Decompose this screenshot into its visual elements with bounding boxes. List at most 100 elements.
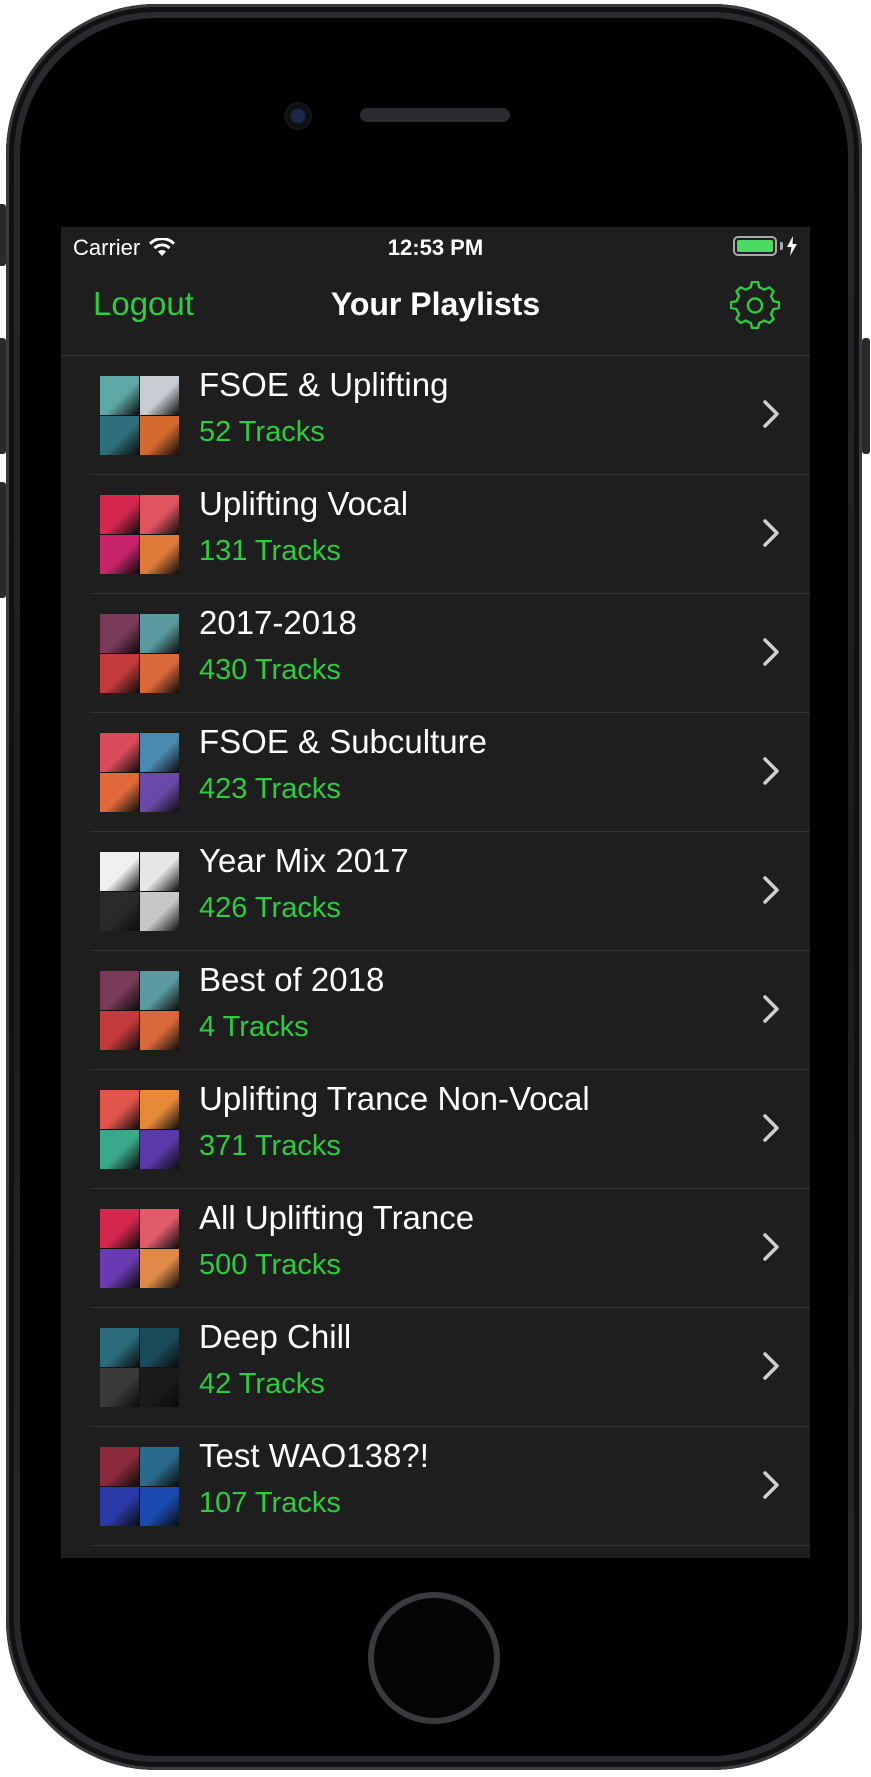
art-tile xyxy=(140,1209,179,1248)
playlist-title: FSOE & Uplifting xyxy=(199,366,449,403)
playlist-title: Deep Chill xyxy=(199,1318,352,1355)
playlist-title: Best of 2018 xyxy=(199,961,385,998)
playlist-track-count: 107 Tracks xyxy=(199,1487,341,1519)
art-tile xyxy=(140,1011,179,1050)
art-tile xyxy=(100,1090,139,1129)
art-tile xyxy=(140,1447,179,1486)
playlist-artwork xyxy=(100,1328,179,1407)
art-tile xyxy=(100,773,139,812)
playlist-row-best-of-2018[interactable]: Best of 2018 4 Tracks xyxy=(61,951,810,1070)
chevron-right-icon xyxy=(763,757,779,785)
playlist-track-count: 500 Tracks xyxy=(199,1249,341,1281)
art-tile xyxy=(140,733,179,772)
art-tile xyxy=(100,1447,139,1486)
art-tile xyxy=(100,1130,139,1169)
playlist-title: FSOE & Subculture xyxy=(199,723,487,760)
art-tile xyxy=(100,1249,139,1288)
art-tile xyxy=(140,495,179,534)
battery-level xyxy=(737,240,773,252)
playlist-track-count: 430 Tracks xyxy=(199,654,341,686)
playlist-row-year-mix-2017[interactable]: Year Mix 2017 426 Tracks xyxy=(61,832,810,951)
art-tile xyxy=(140,852,179,891)
art-tile xyxy=(140,1368,179,1407)
chevron-right-icon xyxy=(763,876,779,904)
playlist-row-fsoe-subculture[interactable]: FSOE & Subculture 423 Tracks xyxy=(61,713,810,832)
art-tile xyxy=(100,495,139,534)
art-tile xyxy=(140,614,179,653)
playlist-artwork xyxy=(100,1090,179,1169)
art-tile xyxy=(140,654,179,693)
chevron-right-icon xyxy=(763,638,779,666)
earpiece-speaker xyxy=(360,108,510,122)
playlist-title: Year Mix 2017 xyxy=(199,842,409,879)
front-camera xyxy=(284,102,312,130)
playlist-artwork xyxy=(100,733,179,812)
art-tile xyxy=(140,773,179,812)
playlist-track-count: 42 Tracks xyxy=(199,1368,325,1400)
art-tile xyxy=(140,1487,179,1526)
battery-tip xyxy=(780,242,783,250)
art-tile xyxy=(100,892,139,931)
art-tile xyxy=(140,416,179,455)
chevron-right-icon xyxy=(763,1233,779,1261)
battery-icon xyxy=(733,236,777,256)
art-tile xyxy=(100,852,139,891)
playlist-title: 2017-2018 xyxy=(199,604,357,641)
art-tile xyxy=(140,1130,179,1169)
art-tile xyxy=(100,376,139,415)
art-tile xyxy=(100,654,139,693)
status-time: 12:53 PM xyxy=(387,235,484,260)
app-screen: Carrier 12:53 PM Logout Your Playlists F… xyxy=(61,227,810,1558)
status-bar: Carrier 12:53 PM xyxy=(61,227,810,267)
playlist-track-count: 52 Tracks xyxy=(199,416,325,448)
art-tile xyxy=(100,535,139,574)
art-tile xyxy=(100,1487,139,1526)
playlist-row-test-wao138[interactable]: Test WAO138?! 107 Tracks xyxy=(61,1427,810,1546)
playlist-track-count: 371 Tracks xyxy=(199,1130,341,1162)
art-tile xyxy=(140,376,179,415)
gear-icon[interactable] xyxy=(730,281,780,331)
playlist-row-uplifting-trance-non-vocal[interactable]: Uplifting Trance Non-Vocal 371 Tracks xyxy=(61,1070,810,1189)
playlist-row-fsoe-uplifting[interactable]: FSOE & Uplifting 52 Tracks xyxy=(61,356,810,475)
playlist-row-uplifting-vocal[interactable]: Uplifting Vocal 131 Tracks xyxy=(61,475,810,594)
chevron-right-icon xyxy=(763,995,779,1023)
playlist-artwork xyxy=(100,1447,179,1526)
playlist-track-count: 4 Tracks xyxy=(199,1011,309,1043)
playlist-row-deep-chill[interactable]: Deep Chill 42 Tracks xyxy=(61,1308,810,1427)
playlist-artwork xyxy=(100,614,179,693)
playlist-track-count: 131 Tracks xyxy=(199,535,341,567)
playlist-artwork xyxy=(100,852,179,931)
playlist-list: FSOE & Uplifting 52 Tracks Uplifting Voc… xyxy=(61,356,810,1546)
art-tile xyxy=(100,1368,139,1407)
volume-down-button xyxy=(0,482,6,598)
art-tile xyxy=(100,614,139,653)
playlist-artwork xyxy=(100,971,179,1050)
art-tile xyxy=(100,733,139,772)
art-tile xyxy=(140,535,179,574)
art-tile xyxy=(140,971,179,1010)
playlist-track-count: 426 Tracks xyxy=(199,892,341,924)
playlist-row-2017-2018[interactable]: 2017-2018 430 Tracks xyxy=(61,594,810,713)
art-tile xyxy=(140,892,179,931)
playlist-row-all-uplifting-trance[interactable]: All Uplifting Trance 500 Tracks xyxy=(61,1189,810,1308)
art-tile xyxy=(100,416,139,455)
art-tile xyxy=(140,1249,179,1288)
chevron-right-icon xyxy=(763,400,779,428)
battery-indicator xyxy=(733,236,798,256)
art-tile xyxy=(100,1209,139,1248)
home-button[interactable] xyxy=(368,1592,500,1724)
playlist-artwork xyxy=(100,495,179,574)
page-title: Your Playlists xyxy=(330,286,541,322)
art-tile xyxy=(140,1090,179,1129)
art-tile xyxy=(100,1011,139,1050)
mute-switch xyxy=(0,204,6,266)
navigation-bar: Logout Your Playlists xyxy=(61,267,810,356)
art-tile xyxy=(100,1328,139,1367)
power-button xyxy=(862,338,870,454)
art-tile xyxy=(100,971,139,1010)
volume-up-button xyxy=(0,338,6,454)
playlist-title: Uplifting Vocal xyxy=(199,485,409,522)
playlist-title: Uplifting Trance Non-Vocal xyxy=(199,1080,590,1117)
playlist-title: Test WAO138?! xyxy=(199,1437,429,1474)
chevron-right-icon xyxy=(763,1352,779,1380)
